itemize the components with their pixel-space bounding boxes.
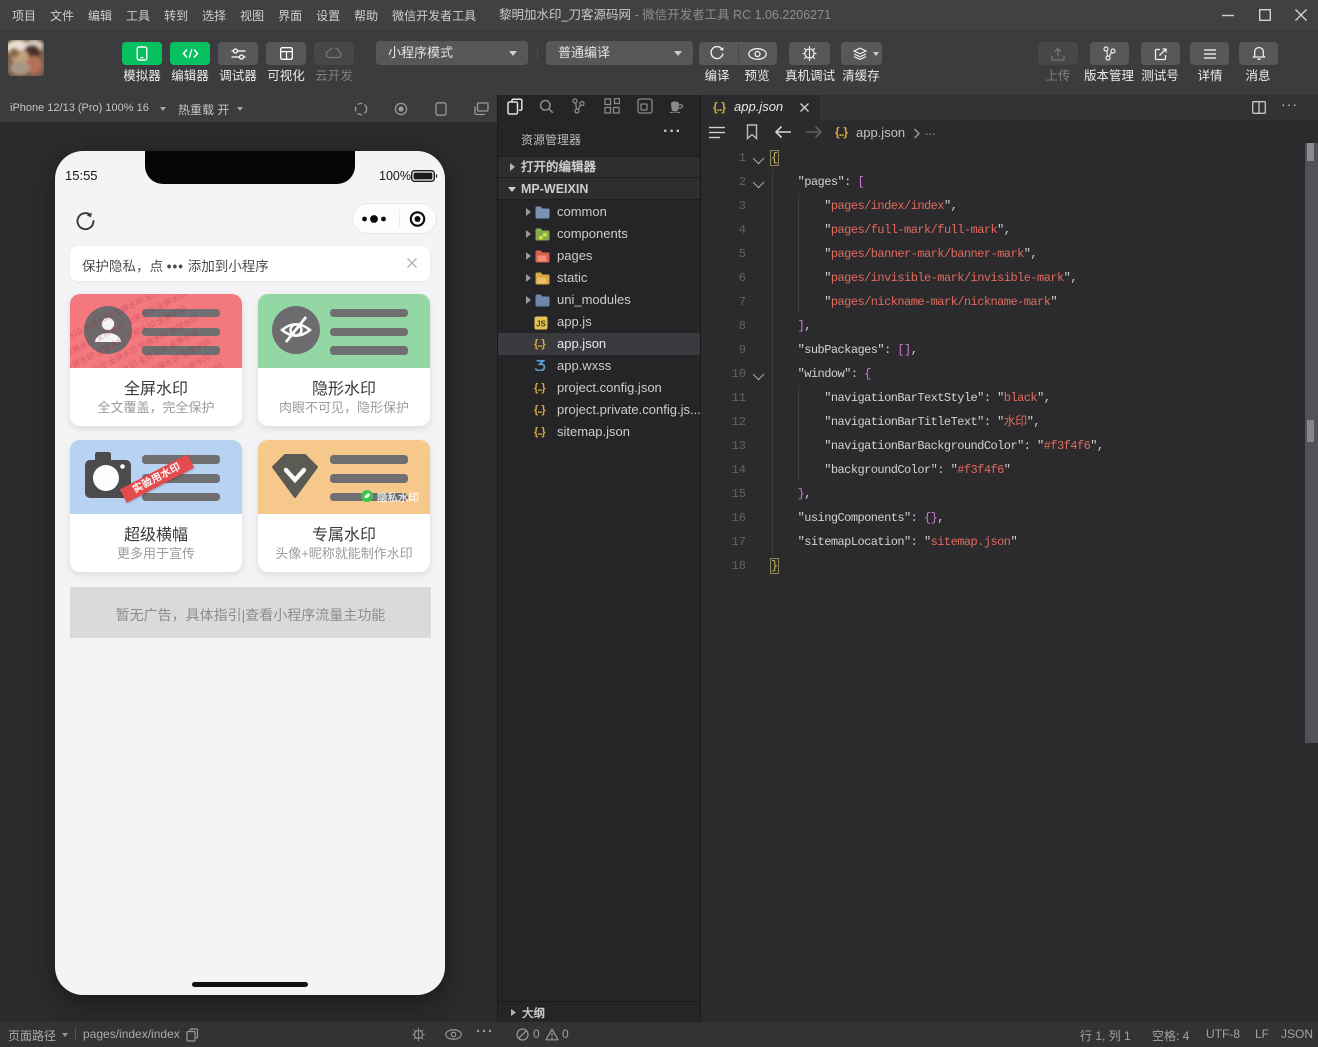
svg-text:JS: JS bbox=[536, 320, 546, 329]
